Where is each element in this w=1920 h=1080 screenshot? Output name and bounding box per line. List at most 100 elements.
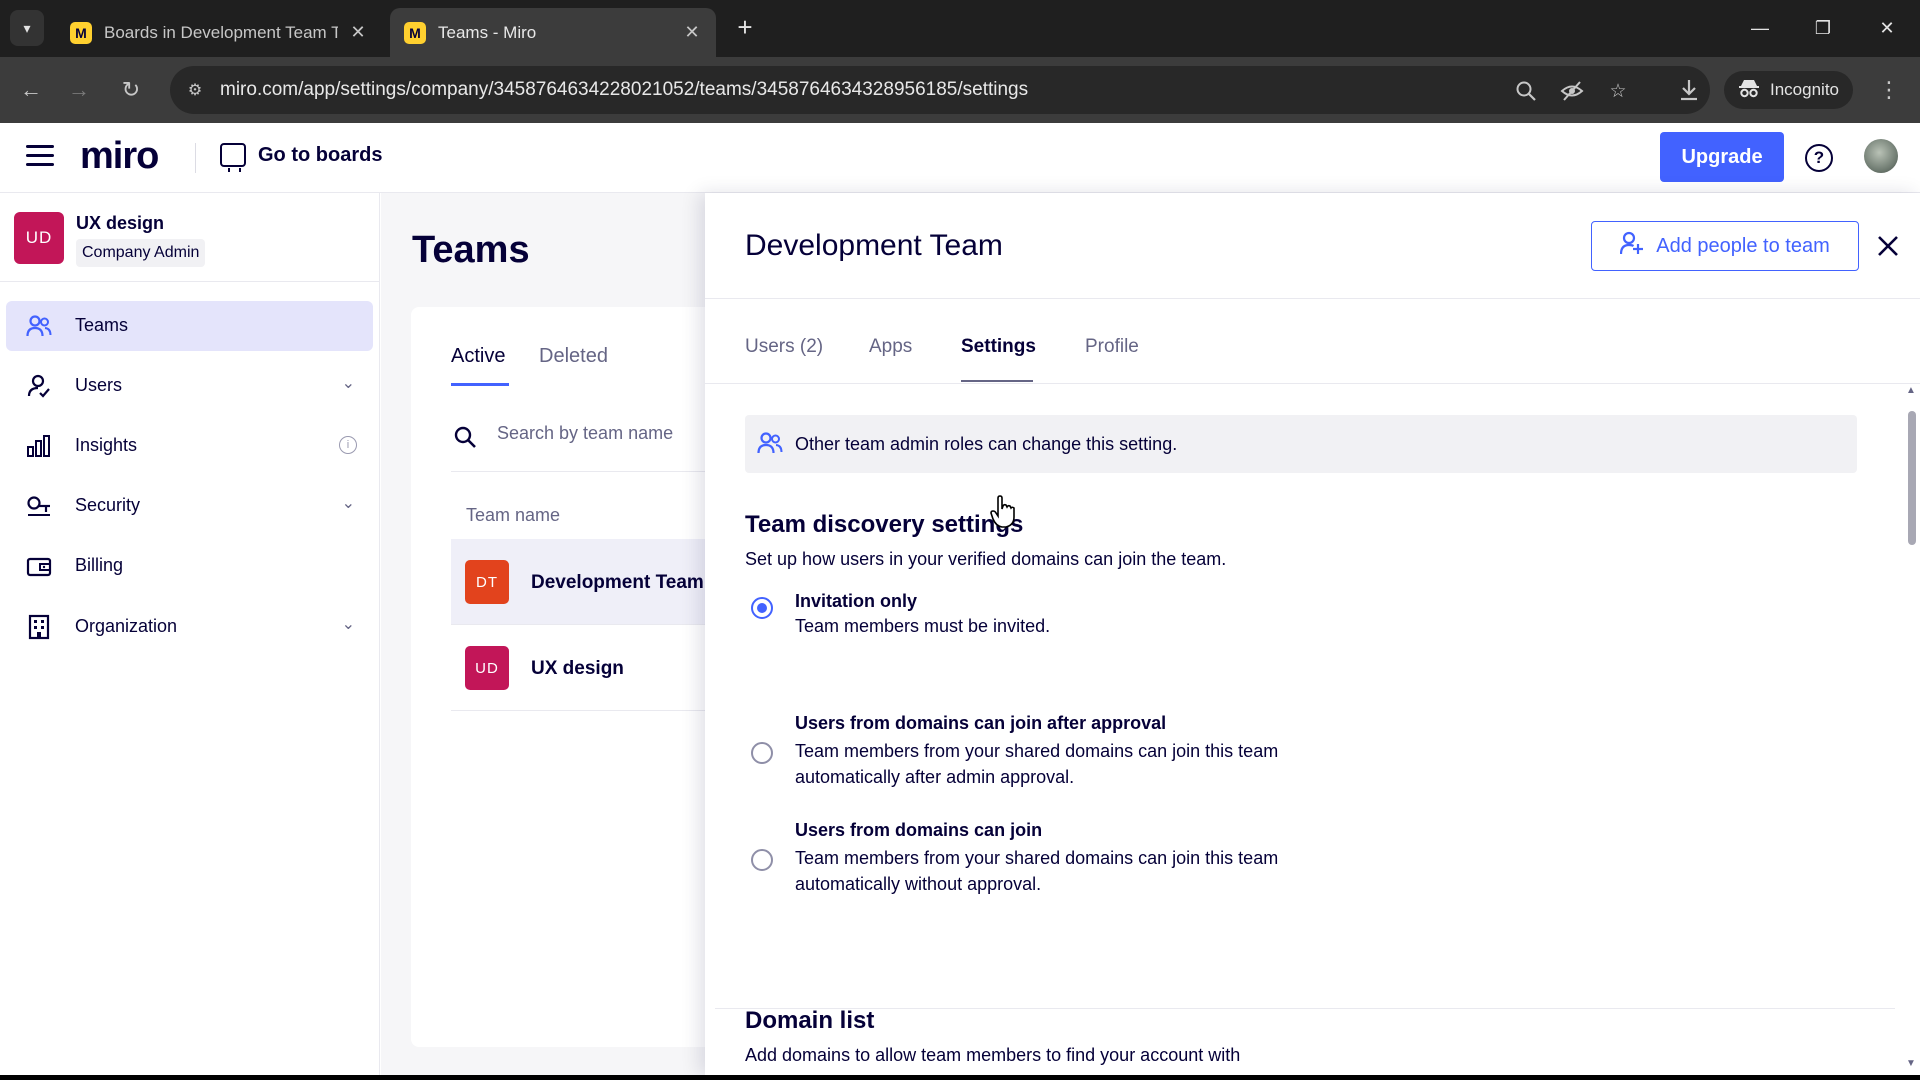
wallet-icon [26,553,52,579]
new-tab-button[interactable]: + [730,12,760,42]
people-icon [757,431,785,457]
incognito-indicator[interactable]: Incognito [1724,71,1853,109]
browser-tab-boards[interactable]: M Boards in Development Team T ✕ [56,8,382,57]
org-name: UX design [76,213,165,233]
chevron-down-icon: ⌄ [341,495,355,512]
team-search-input[interactable] [497,423,717,444]
sidebar-item-teams[interactable]: Teams [6,301,373,351]
settings-sidebar: UD UX design Company Admin Teams Users ⌄… [0,193,380,1075]
tab-title: Teams - Miro [438,22,537,42]
radio-join-without-approval[interactable] [751,849,773,871]
back-icon[interactable]: ← [12,71,50,109]
people-icon [26,313,52,339]
address-bar[interactable]: ⚙ miro.com/app/settings/company/34587646… [170,66,1710,114]
bar-chart-icon [26,433,52,459]
page-title: Teams [412,229,530,271]
forward-icon[interactable]: → [60,71,98,109]
restore-icon[interactable]: ❐ [1803,10,1843,46]
window-close-icon[interactable]: ✕ [1867,10,1907,46]
drawer-header-divider [705,298,1920,299]
sidebar-item-billing[interactable]: Billing [6,541,373,591]
tab-active[interactable]: Active [451,345,505,368]
go-to-boards-label: Go to boards [258,143,383,166]
tabs-divider [705,383,1920,384]
tab-apps[interactable]: Apps [869,336,912,358]
sidebar-item-organization[interactable]: Organization ⌄ [6,602,373,652]
bottom-edge [0,1075,1920,1080]
team-avatar: UD [465,646,509,690]
hamburger-menu-icon[interactable] [26,145,54,171]
column-header-team-name[interactable]: Team name [466,505,560,526]
browser-toolbar: ← → ↻ ⚙ miro.com/app/settings/company/34… [0,57,1920,123]
tab-deleted[interactable]: Deleted [539,345,608,368]
board-icon [220,143,246,172]
sidebar-item-label: Teams [75,315,129,335]
browser-menu-icon[interactable]: ⋮ [1872,71,1906,109]
scroll-down-icon[interactable]: ▼ [1906,1058,1916,1069]
site-info-icon[interactable]: ⚙ [184,79,206,101]
sidebar-item-label: Organization [75,616,178,636]
incognito-icon [1738,78,1760,103]
active-tab-underline [961,380,1033,382]
radio-join-after-approval[interactable] [751,742,773,764]
org-avatar: UD [14,212,64,264]
admin-roles-notice: Other team admin roles can change this s… [745,415,1857,473]
radio-invitation-only[interactable] [751,597,773,619]
miro-logo[interactable]: miro [80,135,159,178]
active-tab-underline [451,383,509,386]
chevron-down-icon: ⌄ [341,375,355,392]
section-description: Add domains to allow team members to fin… [745,1045,1241,1065]
minimize-icon[interactable]: — [1740,10,1780,46]
tracking-protection-icon[interactable] [1560,79,1584,103]
sidebar-item-security[interactable]: Security ⌄ [6,481,373,531]
chevron-down-icon: ⌄ [341,616,355,633]
tab-settings[interactable]: Settings [961,336,1036,358]
team-name: Development Team [531,572,704,593]
miro-app: miro Go to boards Upgrade ? UD UX design… [0,123,1920,1075]
help-icon[interactable]: ? [1805,144,1833,172]
user-icon [26,373,52,399]
option-description: Team members must be invited. [795,616,1051,636]
option-description: Team members from your shared domains ca… [795,741,1279,787]
close-tab-icon[interactable]: ✕ [682,22,702,43]
download-icon[interactable] [1670,71,1708,109]
tab-search-button[interactable]: ▾ [10,10,44,46]
option-description: Team members from your shared domains ca… [795,848,1279,894]
sidebar-item-label: Users [75,375,123,395]
reload-icon[interactable]: ↻ [112,71,150,109]
section-description: Set up how users in your verified domain… [745,549,1227,569]
sidebar-item-insights[interactable]: Insights i [6,421,373,471]
team-avatar: DT [465,560,509,604]
option-title[interactable]: Users from domains can join after approv… [795,713,1166,734]
zoom-icon[interactable] [1514,79,1538,103]
team-details-drawer: Development Team Add people to team User… [705,193,1920,1075]
sidebar-divider [0,281,380,282]
browser-tab-teams[interactable]: M Teams - Miro ✕ [390,8,716,57]
tab-profile[interactable]: Profile [1085,336,1139,358]
sidebar-item-label: Insights [75,435,138,455]
close-icon[interactable] [1875,233,1901,259]
scrollbar-thumb[interactable] [1908,411,1916,545]
drawer-scrollbar[interactable]: ▲ ▼ [1902,383,1920,1075]
url-text[interactable]: miro.com/app/settings/company/3458764634… [220,79,1028,101]
close-tab-icon[interactable]: ✕ [348,22,368,43]
section-title-domain-list: Domain list [745,1007,875,1034]
info-icon[interactable]: i [339,436,357,454]
go-to-boards-button[interactable]: Go to boards [220,143,383,172]
tab-users[interactable]: Users (2) [745,336,823,358]
add-people-button[interactable]: Add people to team [1591,221,1859,271]
hand-cursor-icon [990,495,1015,528]
section-title-team-discovery: Team discovery settings [745,511,1024,538]
browser-tab-bar: ▾ M Boards in Development Team T ✕ M Tea… [0,0,1920,57]
option-title[interactable]: Users from domains can join [795,820,1042,841]
upgrade-button[interactable]: Upgrade [1660,132,1784,182]
avatar[interactable] [1864,139,1898,173]
org-card[interactable]: UD UX design Company Admin [14,209,374,271]
bookmark-star-icon[interactable]: ☆ [1606,79,1630,103]
incognito-label: Incognito [1770,80,1839,99]
sidebar-item-users[interactable]: Users ⌄ [6,361,373,411]
option-title[interactable]: Invitation only [795,591,917,612]
sidebar-item-label: Security [75,495,141,515]
org-role-badge: Company Admin [76,239,206,267]
scroll-up-icon[interactable]: ▲ [1906,385,1916,396]
